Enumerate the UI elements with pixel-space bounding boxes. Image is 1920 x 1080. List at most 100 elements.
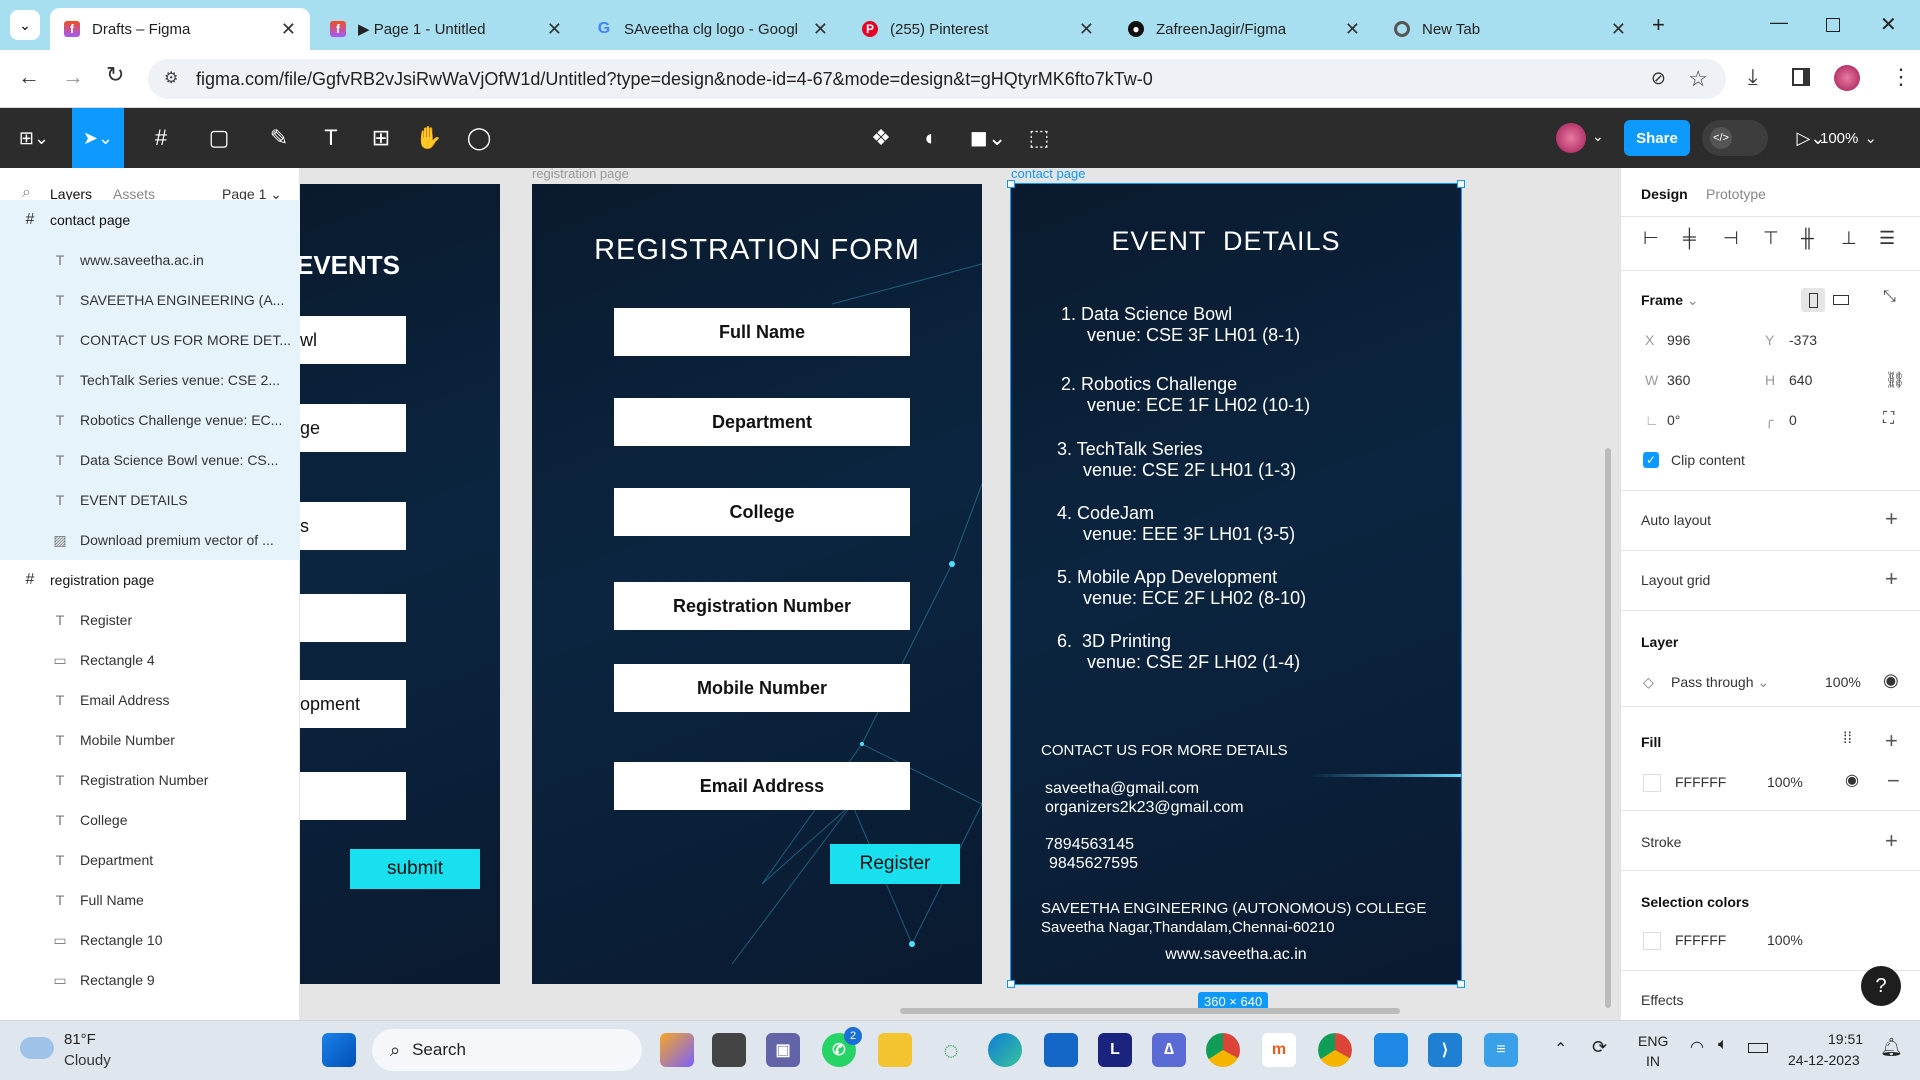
layer-row[interactable]: ▭ Rectangle 4: [0, 640, 300, 680]
comment-tool-icon[interactable]: ◯: [464, 108, 494, 168]
tab-design[interactable]: Design: [1641, 186, 1688, 202]
layer-row[interactable]: T Full Name: [0, 880, 300, 920]
registration-frame[interactable]: REGISTRATION FORM Full Name Department C…: [532, 184, 982, 984]
contact-frame[interactable]: EVENT DETAILS 1. Data Science Bowl venue:…: [1010, 183, 1462, 985]
corner-radius-value[interactable]: 0: [1789, 412, 1797, 428]
chevron-down-icon[interactable]: ⌄: [1592, 128, 1604, 145]
notification-bell-icon[interactable]: 🔔︎: [1880, 1037, 1903, 1058]
clip-content-checkbox[interactable]: ✓: [1643, 452, 1659, 468]
close-icon[interactable]: ✕: [281, 19, 296, 40]
component-icon[interactable]: ❖: [866, 108, 896, 168]
layer-row[interactable]: ▭ Rectangle 9: [0, 960, 300, 1000]
align-left-icon[interactable]: ⊢: [1643, 228, 1659, 249]
app-icon[interactable]: ∆: [1152, 1033, 1186, 1067]
layer-row[interactable]: T Data Science Bowl venue: CS...: [0, 440, 300, 480]
help-button[interactable]: ?: [1861, 966, 1901, 1006]
new-tab-button[interactable]: +: [1652, 12, 1665, 38]
layer-row[interactable]: ▭ Rectangle 10: [0, 920, 300, 960]
portrait-icon[interactable]: [1801, 288, 1825, 312]
layer-row[interactable]: T Email Address: [0, 680, 300, 720]
resize-handle[interactable]: [1007, 980, 1015, 988]
landscape-icon[interactable]: [1833, 295, 1849, 305]
design-canvas[interactable]: EVENTS wl ge s opment submit registratio…: [300, 168, 1620, 1020]
notepad-icon[interactable]: ≡: [1484, 1033, 1518, 1067]
layer-row[interactable]: T CONTACT US FOR MORE DET...: [0, 320, 300, 360]
forward-button[interactable]: →: [62, 64, 84, 90]
align-center-v-icon[interactable]: ╫: [1801, 228, 1814, 249]
add-layout-grid-icon[interactable]: +: [1885, 566, 1898, 592]
volume-icon[interactable]: 🔈︎: [1718, 1036, 1728, 1054]
resize-to-fit-icon[interactable]: ⤡: [1883, 288, 1896, 306]
dev-mode-toggle[interactable]: </>: [1702, 120, 1768, 156]
mobile-number-field[interactable]: Mobile Number: [614, 664, 910, 712]
layer-row[interactable]: T EVENT DETAILS: [0, 480, 300, 520]
fill-opacity[interactable]: 100%: [1767, 774, 1803, 790]
profile-avatar[interactable]: [1834, 65, 1860, 91]
tab-list-button[interactable]: ⌄: [10, 10, 40, 40]
h-value[interactable]: 640: [1789, 372, 1812, 388]
tab-prototype[interactable]: Prototype: [1706, 186, 1766, 202]
remove-fill-icon[interactable]: −: [1887, 768, 1900, 794]
browser-tab-page1[interactable]: f ▶ Page 1 - Untitled ✕: [316, 8, 576, 50]
eye-icon[interactable]: ◉: [1845, 770, 1859, 790]
layer-row[interactable]: T Register: [0, 600, 300, 640]
selection-color-hex[interactable]: FFFFFF: [1675, 932, 1726, 948]
align-right-icon[interactable]: ⊣: [1723, 228, 1739, 249]
selection-color-opacity[interactable]: 100%: [1767, 932, 1803, 948]
sync-icon[interactable]: ⟳: [1592, 1037, 1607, 1058]
submit-button[interactable]: submit: [350, 849, 480, 889]
chrome-icon[interactable]: [1206, 1033, 1240, 1067]
pen-tool-icon[interactable]: ✎: [256, 108, 302, 168]
resize-handle[interactable]: [1457, 980, 1465, 988]
layer-opacity[interactable]: 100%: [1825, 674, 1861, 690]
rotation-value[interactable]: 0°: [1667, 412, 1680, 428]
site-settings-icon[interactable]: ⚙: [164, 68, 178, 88]
events-frame[interactable]: EVENTS wl ge s opment submit: [300, 184, 500, 984]
close-icon[interactable]: ✕: [1079, 19, 1094, 40]
resize-handle[interactable]: [1457, 180, 1465, 188]
add-fill-icon[interactable]: +: [1885, 728, 1898, 754]
store-icon[interactable]: [1044, 1033, 1078, 1067]
department-field[interactable]: Department: [614, 398, 910, 446]
m-app-icon[interactable]: m: [1262, 1033, 1296, 1067]
browser-tab-pinterest[interactable]: P (255) Pinterest ✕: [848, 8, 1108, 50]
browser-tab-google[interactable]: G SAveetha clg logo - Googl ✕: [582, 8, 842, 50]
text-tool-icon[interactable]: T: [316, 108, 346, 168]
close-icon[interactable]: ✕: [547, 19, 562, 40]
bookmark-star-icon[interactable]: ☆: [1688, 66, 1708, 92]
shape-tool-icon[interactable]: ▢: [196, 108, 242, 168]
battery-icon[interactable]: [1748, 1043, 1768, 1053]
lang-2[interactable]: IN: [1646, 1053, 1660, 1069]
w-value[interactable]: 360: [1667, 372, 1690, 388]
resources-icon[interactable]: ⊞: [366, 108, 396, 168]
taskbar-search[interactable]: ⌕ Search: [372, 1029, 642, 1071]
wifi-icon[interactable]: ◠: [1690, 1037, 1704, 1057]
browser-tab-github[interactable]: ● ZafreenJagir/Figma ✕: [1114, 8, 1374, 50]
vertical-scrollbar[interactable]: [1605, 448, 1611, 1008]
blend-mode-select[interactable]: Pass through ⌄: [1671, 674, 1769, 691]
minimize-button[interactable]: —: [1770, 12, 1788, 33]
boolean-icon[interactable]: ◼⌄: [968, 108, 1008, 168]
independent-corners-icon[interactable]: ⛶: [1883, 410, 1894, 428]
chrome-profile-icon[interactable]: [1315, 1030, 1355, 1070]
layer-row[interactable]: T College: [0, 800, 300, 840]
horizontal-scrollbar[interactable]: [900, 1008, 1400, 1014]
align-center-h-icon[interactable]: ╪: [1683, 228, 1696, 249]
layer-row[interactable]: T Registration Number: [0, 760, 300, 800]
back-button[interactable]: ←: [18, 64, 40, 90]
browser-tab-newtab[interactable]: New Tab ✕: [1380, 8, 1640, 50]
layer-row[interactable]: T Robotics Challenge venue: EC...: [0, 400, 300, 440]
refresh-app-icon[interactable]: ◌: [934, 1033, 968, 1067]
layer-row[interactable]: T Department: [0, 840, 300, 880]
start-icon[interactable]: [322, 1033, 356, 1067]
register-button[interactable]: Register: [830, 844, 960, 884]
user-avatar[interactable]: [1556, 123, 1586, 153]
distribute-icon[interactable]: ☰: [1879, 228, 1895, 249]
photos-icon[interactable]: [1374, 1033, 1408, 1067]
task-view-icon[interactable]: [712, 1033, 746, 1067]
layer-row[interactable]: T SAVEETHA ENGINEERING (A...: [0, 280, 300, 320]
add-auto-layout-icon[interactable]: +: [1885, 506, 1898, 532]
camera-off-icon[interactable]: ⊘: [1651, 68, 1666, 89]
layer-row[interactable]: T TechTalk Series venue: CSE 2...: [0, 360, 300, 400]
frame-type-selector[interactable]: Frame ⌄: [1641, 292, 1699, 309]
